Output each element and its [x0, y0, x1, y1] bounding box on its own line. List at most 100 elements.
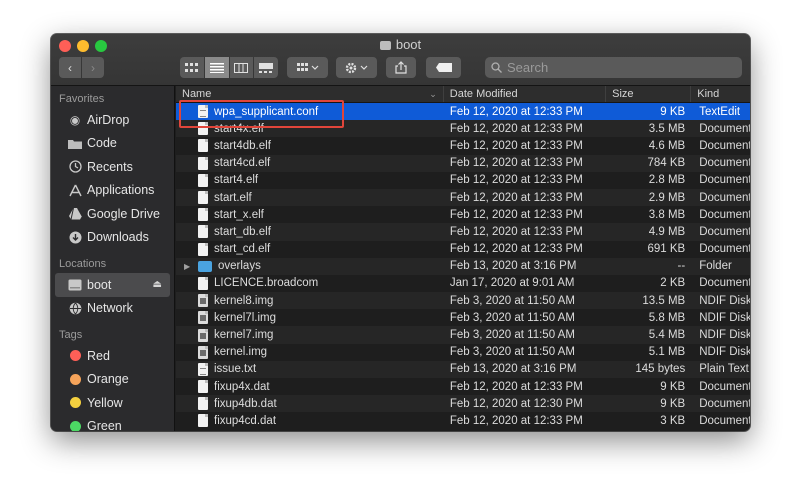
- action-menu-button[interactable]: [336, 57, 377, 78]
- document-icon: [198, 225, 208, 239]
- folder-icon: [198, 260, 212, 272]
- sidebar-tag-green[interactable]: Green: [51, 415, 174, 431]
- tag-color-dot-icon: [67, 348, 83, 364]
- column-header-label: Date Modified: [449, 88, 518, 100]
- column-header-date[interactable]: Date Modified: [444, 86, 607, 102]
- share-button[interactable]: [386, 57, 416, 78]
- tag-color-dot-icon: [67, 395, 83, 411]
- file-size: 5.8 MB: [648, 311, 686, 324]
- sidebar-item-downloads[interactable]: Downloads: [51, 226, 174, 250]
- file-kind: Document: [699, 191, 750, 204]
- file-row[interactable]: start_x.elf Feb 12, 2020 at 12:33 PM 3.8 M…: [176, 206, 750, 223]
- document-icon: [198, 156, 208, 170]
- file-kind: Folder: [699, 260, 732, 273]
- file-size: 13.5 MB: [642, 294, 686, 307]
- column-header-label: Size: [612, 88, 634, 100]
- group-by-button[interactable]: [287, 57, 328, 78]
- file-row[interactable]: fixup4cd.dat Feb 12, 2020 at 12:33 PM 3 KB…: [176, 412, 750, 429]
- icon-view-button[interactable]: [180, 57, 204, 78]
- sidebar-tag-red[interactable]: Red: [51, 344, 174, 368]
- disk-icon: [379, 41, 391, 50]
- file-name-cell: fixup4x.dat: [176, 380, 444, 394]
- file-kind: Document: [699, 380, 750, 393]
- column-header-kind[interactable]: Kind: [691, 86, 750, 102]
- file-date: Feb 12, 2020 at 12:33 PM: [449, 191, 583, 204]
- file-name: start_db.elf: [214, 225, 271, 238]
- file-name-cell: fixup4cd.dat: [176, 414, 444, 428]
- file-size: 2 KB: [660, 277, 686, 290]
- file-size: 9 KB: [660, 380, 686, 393]
- file-name-cell: start4cd.elf: [176, 156, 444, 170]
- globe-icon: [67, 300, 83, 316]
- group-grid-chevron-icon: [296, 62, 318, 71]
- file-name: start_x.elf: [214, 208, 264, 221]
- sidebar-item-google-drive[interactable]: Google Drive: [51, 202, 174, 226]
- document-icon: [198, 191, 208, 205]
- document-icon: [198, 173, 208, 187]
- file-date: Feb 12, 2020 at 12:33 PM: [449, 105, 583, 118]
- search-field[interactable]: [485, 57, 742, 78]
- file-size: 5.4 MB: [648, 329, 686, 342]
- file-kind: NDIF Disk: [699, 329, 750, 342]
- tag-button[interactable]: [426, 57, 461, 78]
- file-size: 145 bytes: [635, 363, 686, 376]
- file-name-cell: issue.txt: [176, 362, 444, 376]
- forward-button[interactable]: ›: [82, 57, 104, 78]
- file-name-cell: kernel8.img: [176, 294, 444, 308]
- disclosure-triangle-icon[interactable]: ▶: [184, 262, 196, 271]
- file-row[interactable]: issue.txt Feb 13, 2020 at 3:16 PM 145 byte…: [176, 360, 750, 378]
- file-row[interactable]: kernel.img Feb 3, 2020 at 11:50 AM 5.1 MB N…: [176, 344, 750, 361]
- column-view-button[interactable]: [229, 57, 254, 78]
- column-header-label: Kind: [697, 88, 720, 100]
- sidebar-item-label: boot: [87, 277, 112, 292]
- view-switcher: [180, 57, 278, 78]
- file-name: issue.txt: [214, 363, 257, 376]
- file-name: fixup4x.dat: [214, 380, 270, 393]
- sidebar-item-code[interactable]: Code: [51, 132, 174, 156]
- file-row[interactable]: start.elf Feb 12, 2020 at 12:33 PM 2.9 MB D…: [176, 188, 750, 207]
- file-row[interactable]: fixup4x.dat Feb 12, 2020 at 12:33 PM 9 KB D…: [176, 378, 750, 395]
- file-kind: NDIF Disk: [699, 294, 750, 307]
- file-name-cell: kernel7.img: [176, 328, 444, 342]
- file-size: 3 KB: [660, 414, 686, 427]
- sidebar-item-recents[interactable]: Recents: [51, 155, 174, 179]
- file-row[interactable]: start4cd.elf Feb 12, 2020 at 12:33 PM 784 …: [176, 154, 750, 172]
- file-row[interactable]: start_db.elf Feb 12, 2020 at 12:33 PM 4.9 …: [176, 223, 750, 241]
- file-row[interactable]: start4.elf Feb 12, 2020 at 12:33 PM 2.8 MB…: [176, 172, 750, 189]
- file-name: kernel7l.img: [214, 311, 276, 324]
- disk-image-icon: [198, 345, 208, 359]
- file-row[interactable]: start4db.elf Feb 12, 2020 at 12:33 PM 4.6 …: [176, 137, 750, 154]
- search-input[interactable]: [507, 60, 727, 75]
- google-drive-icon: [67, 206, 83, 222]
- sidebar-item-label: Green: [87, 419, 122, 431]
- sidebar-item-applications[interactable]: Applications: [51, 179, 174, 203]
- sidebar-item-label: Downloads: [87, 230, 149, 245]
- file-row[interactable]: kernel8.img Feb 3, 2020 at 11:50 AM 13.5 M…: [176, 292, 750, 310]
- file-name: kernel.img: [214, 346, 268, 359]
- file-row[interactable]: fixup4db.dat Feb 12, 2020 at 12:30 PM 9 KB…: [176, 395, 750, 413]
- column-header-size[interactable]: Size: [606, 86, 692, 102]
- sidebar-item-boot[interactable]: boot ⏏: [55, 273, 170, 297]
- file-date: Feb 13, 2020 at 3:16 PM: [449, 363, 577, 376]
- file-date: Feb 12, 2020 at 12:33 PM: [449, 414, 583, 427]
- sidebar-item-network[interactable]: Network: [51, 297, 174, 321]
- file-row[interactable]: LICENCE.broadcom Jan 17, 2020 at 9:01 AM 2…: [176, 275, 750, 292]
- sidebar-item-label: Orange: [87, 372, 129, 387]
- gallery-view-button[interactable]: [254, 57, 278, 78]
- sidebar-tag-yellow[interactable]: Yellow: [51, 391, 174, 415]
- file-row[interactable]: ▶ overlays Feb 13, 2020 at 3:16 PM -- Folder: [176, 257, 750, 275]
- file-size: 4.9 MB: [648, 225, 686, 238]
- file-kind: Document: [699, 174, 750, 187]
- file-kind: NDIF Disk: [699, 346, 750, 359]
- eject-icon[interactable]: ⏏: [153, 279, 162, 290]
- back-button[interactable]: ‹: [59, 57, 81, 78]
- disk-icon: [67, 277, 83, 293]
- sidebar-item-airdrop[interactable]: ◉ AirDrop: [51, 108, 174, 132]
- document-icon: [198, 380, 208, 394]
- file-row[interactable]: kernel7l.img Feb 3, 2020 at 11:50 AM 5.8 M…: [176, 309, 750, 326]
- file-row[interactable]: start_cd.elf Feb 12, 2020 at 12:33 PM 691 …: [176, 241, 750, 258]
- file-date: Feb 12, 2020 at 12:33 PM: [449, 139, 583, 152]
- list-view-button[interactable]: [204, 57, 229, 78]
- file-row[interactable]: kernel7.img Feb 3, 2020 at 11:50 AM 5.4 MB…: [176, 326, 750, 344]
- sidebar-tag-orange[interactable]: Orange: [51, 368, 174, 392]
